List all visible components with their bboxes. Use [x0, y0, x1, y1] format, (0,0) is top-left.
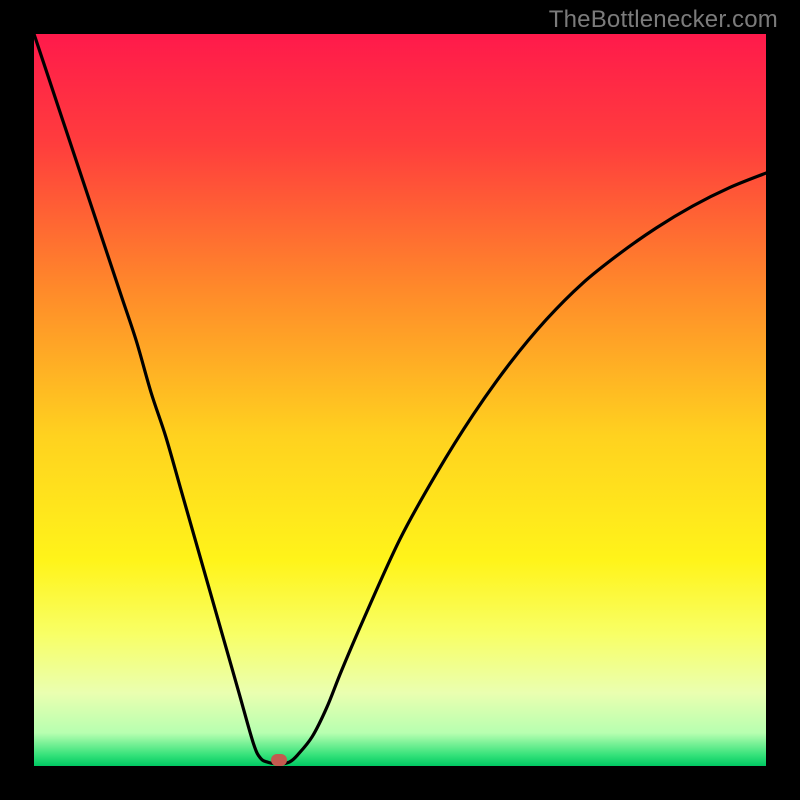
curve-layer [34, 34, 766, 766]
plot-area [34, 34, 766, 766]
bottleneck-curve [34, 34, 766, 764]
watermark-text: TheBottlenecker.com [549, 6, 778, 34]
chart-frame: TheBottlenecker.com [0, 0, 800, 800]
vertex-marker [271, 754, 287, 766]
